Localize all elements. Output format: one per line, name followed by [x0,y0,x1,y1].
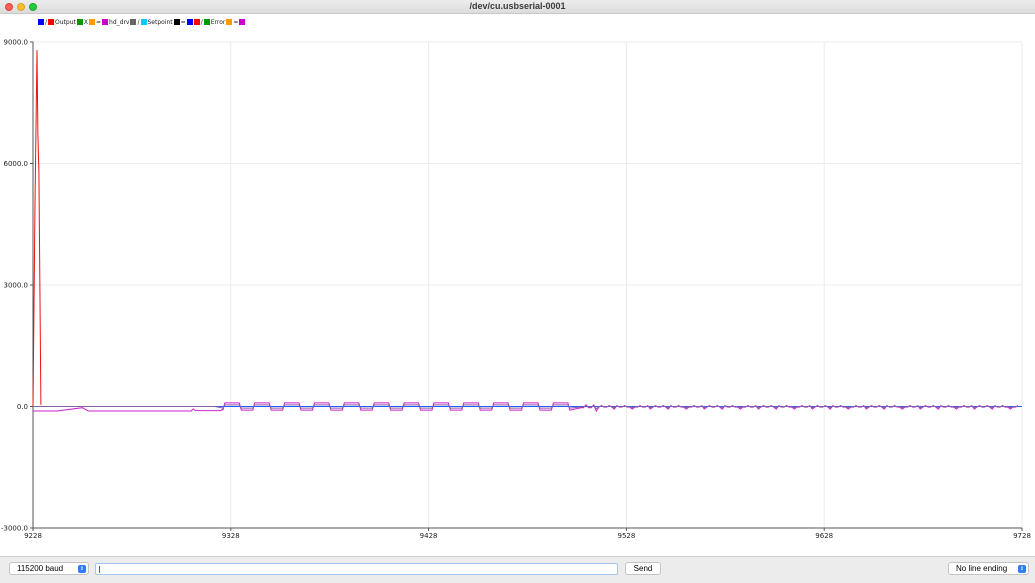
y-tick-label: 6000.0 [4,160,29,168]
legend-swatch[interactable] [173,19,180,25]
serial-plotter-chart: 9228 9328 9428 9528 9628 9728 9000.0 6000.0 3000… [1,39,1031,541]
legend-swatch[interactable] [226,19,233,25]
series-line-hd_drv [33,402,1019,413]
legend-swatch[interactable] [140,19,147,25]
baud-rate-value: 115200 baud [17,564,64,573]
y-tick-label: 9000.0 [4,39,29,47]
send-button[interactable]: Send [625,562,661,575]
legend-label: = [96,18,102,26]
x-tick-label: 9728 [1013,532,1031,540]
chevron-updown-icon: ⇕ [1018,564,1026,573]
legend-swatch[interactable] [193,19,200,25]
text-caret [99,566,100,573]
legend-swatch[interactable] [186,19,193,25]
legend-label: / [137,18,140,26]
chevron-updown-icon: ⇕ [78,564,86,573]
bottom-toolbar: 115200 baud ⇕ Send No line ending ⇕ [0,556,1035,583]
baud-rate-select[interactable]: 115200 baud ⇕ [9,562,89,575]
legend-swatch[interactable] [89,19,95,25]
serial-input-field[interactable] [95,563,618,575]
window-title: /dev/cu.usbserial-0001 [469,1,566,11]
y-tick-label: 0.0 [17,403,28,411]
legend-label: Error [210,18,226,26]
legend-label: hd_drv [109,18,130,26]
legend-label: Setpoint [147,18,173,26]
series-line-output [32,50,42,407]
legend-label: X [83,18,88,26]
x-tick-label: 9228 [24,532,42,540]
legend-label: / [200,18,203,26]
legend-swatch[interactable] [102,19,109,25]
x-tick-label: 9428 [420,532,438,540]
legend-label: = [180,18,186,26]
legend-swatch[interactable] [38,19,44,25]
plot-legend: / Output X = hd_drv / Setpoint = / Error = [38,17,246,27]
legend-swatch[interactable] [239,19,246,25]
x-tick-label: 9628 [815,532,833,540]
legend-label: Output [55,18,76,26]
legend-swatch[interactable] [76,19,83,25]
legend-swatch[interactable] [203,19,210,25]
y-tick-label: -3000.0 [1,525,28,533]
x-tick-label: 9328 [222,532,240,540]
x-tick-label: 9528 [617,532,635,540]
legend-label: / [45,18,48,26]
legend-swatch[interactable] [130,19,137,25]
line-ending-select[interactable]: No line ending ⇕ [948,562,1029,575]
legend-label: = [233,18,239,26]
title-bar: /dev/cu.usbserial-0001 [0,0,1035,14]
line-ending-value: No line ending [956,564,1008,573]
legend-swatch[interactable] [48,19,55,25]
y-tick-label: 3000.0 [4,282,29,290]
